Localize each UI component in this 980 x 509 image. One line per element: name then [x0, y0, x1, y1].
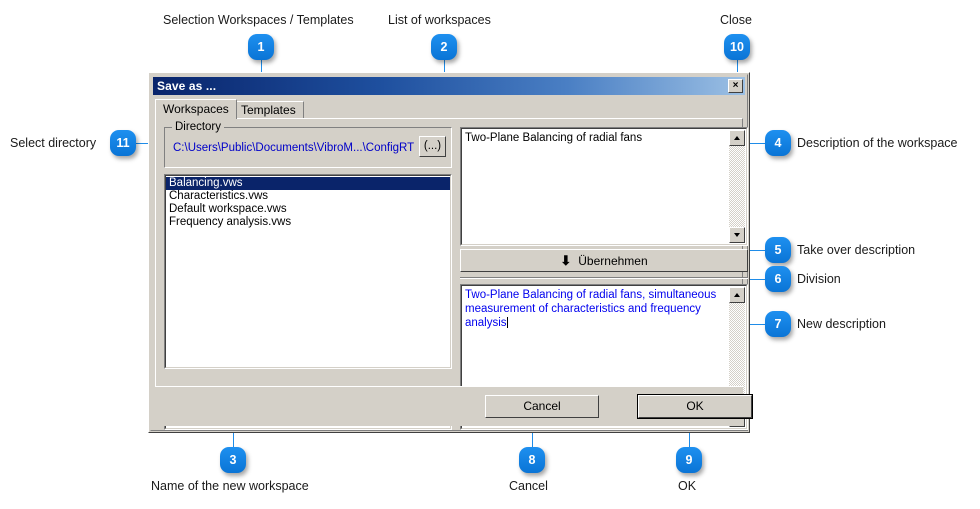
callout-marker-2[interactable]: 2 [431, 34, 457, 60]
callout-number-9: 9 [685, 453, 693, 467]
callout-label-9: OK [678, 479, 697, 493]
text-caret [506, 317, 508, 328]
take-over-description-button[interactable]: ⬇ Übernehmen [460, 249, 748, 272]
callout-number-11: 11 [116, 136, 130, 150]
callout-number-6: 6 [774, 272, 782, 286]
scroll-down-icon[interactable] [729, 227, 745, 243]
callout-label-8: Cancel [509, 479, 548, 493]
description-panel[interactable]: Two-Plane Balancing of radial fans [460, 127, 748, 246]
division-separator [460, 277, 748, 279]
workspace-listbox[interactable]: Balancing.vws Characteristics.vws Defaul… [164, 174, 452, 369]
callout-label-6: Division [797, 272, 841, 286]
callout-label-2: List of workspaces [388, 13, 491, 27]
save-as-dialog: Save as ... × Workspaces Templates Direc… [148, 72, 753, 433]
description-panel-inner: Two-Plane Balancing of radial fans [461, 128, 747, 245]
tab-page-workspaces: Directory C:\Users\Public\Documents\Vibr… [155, 118, 748, 430]
arrow-down-glyph [734, 233, 740, 237]
ok-button[interactable]: OK [637, 394, 753, 419]
callout-marker-5[interactable]: 5 [765, 237, 791, 263]
callout-marker-6[interactable]: 6 [765, 266, 791, 292]
callout-number-3: 3 [229, 453, 237, 467]
directory-path-text: C:\Users\Public\Documents\VibroM...\Conf… [173, 142, 415, 154]
callout-marker-3[interactable]: 3 [220, 447, 246, 473]
new-description-text: Two-Plane Balancing of radial fans, simu… [465, 288, 726, 330]
down-arrow-icon: ⬇ [560, 253, 572, 268]
tabstrip: Workspaces Templates [155, 99, 743, 119]
list-item[interactable]: Frequency analysis.vws [166, 216, 450, 229]
callout-marker-11[interactable]: 11 [110, 130, 136, 156]
tab-templates[interactable]: Templates [233, 101, 304, 118]
dialog-title: Save as ... [157, 79, 217, 93]
callout-number-4: 4 [774, 136, 782, 150]
callout-marker-4[interactable]: 4 [765, 130, 791, 156]
callout-label-10: Close [720, 13, 752, 27]
list-item[interactable]: Default workspace.vws [166, 203, 450, 216]
callout-number-10: 10 [730, 40, 744, 54]
list-item[interactable]: Characteristics.vws [166, 190, 450, 203]
callout-marker-9[interactable]: 9 [676, 447, 702, 473]
directory-groupbox: Directory C:\Users\Public\Documents\Vibr… [164, 121, 452, 168]
workspace-listbox-inner: Balancing.vws Characteristics.vws Defaul… [165, 175, 451, 368]
tab-workspaces[interactable]: Workspaces [155, 99, 237, 119]
description-scrollbar[interactable] [729, 130, 745, 243]
callout-marker-7[interactable]: 7 [765, 311, 791, 337]
callout-label-3: Name of the new workspace [151, 479, 309, 493]
scroll-up-icon[interactable] [729, 287, 745, 303]
callout-label-7: New description [797, 317, 886, 331]
callout-marker-10[interactable]: 10 [724, 34, 750, 60]
take-over-label: Übernehmen [578, 253, 648, 268]
scroll-up-icon[interactable] [729, 130, 745, 146]
callout-label-5: Take over description [797, 243, 916, 257]
callout-marker-8[interactable]: 8 [519, 447, 545, 473]
dialog-inner-frame: Save as ... × Workspaces Templates Direc… [150, 74, 753, 431]
callout-number-5: 5 [774, 243, 782, 257]
browse-directory-button[interactable]: (...) [419, 136, 446, 157]
callout-label-4: Description of the workspace [797, 136, 958, 150]
cancel-button[interactable]: Cancel [485, 395, 599, 418]
arrow-up-glyph [734, 136, 740, 140]
dialog-titlebar: Save as ... × [153, 77, 745, 95]
callout-label-1: Selection Workspaces / Templates [163, 13, 354, 27]
new-description-value: Two-Plane Balancing of radial fans, simu… [465, 289, 717, 329]
callout-number-7: 7 [774, 317, 782, 331]
callout-label-11: Select directory [10, 136, 97, 150]
close-icon[interactable]: × [728, 79, 743, 93]
list-item[interactable]: Balancing.vws [166, 177, 450, 190]
directory-group-label: Directory [172, 121, 225, 133]
callout-marker-1[interactable]: 1 [248, 34, 274, 60]
dialog-button-bar: Cancel OK [155, 386, 753, 426]
callout-number-1: 1 [257, 40, 265, 54]
callout-number-8: 8 [528, 453, 536, 467]
callout-number-2: 2 [440, 40, 448, 54]
description-text: Two-Plane Balancing of radial fans [465, 132, 643, 144]
arrow-up-glyph [734, 293, 740, 297]
